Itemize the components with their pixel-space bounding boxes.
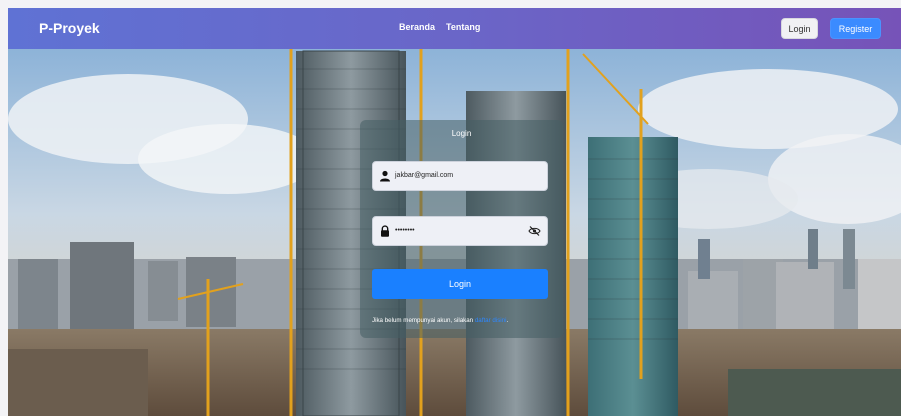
login-card-title: Login xyxy=(451,129,472,138)
login-submit-button[interactable]: Login xyxy=(372,269,548,299)
page: P-Proyek Beranda Tentang Login Register xyxy=(8,8,901,416)
navbar-register-button[interactable]: Register xyxy=(830,18,881,39)
register-link[interactable]: daftar disini xyxy=(475,317,507,324)
navbar: P-Proyek Beranda Tentang Login Register xyxy=(8,8,901,49)
user-icon xyxy=(380,170,390,182)
brand-logo[interactable]: P-Proyek xyxy=(39,20,100,36)
lock-icon xyxy=(381,225,389,237)
nav-link-tentang[interactable]: Tentang xyxy=(446,22,480,32)
password-value: •••••••• xyxy=(395,227,415,234)
navbar-login-button[interactable]: Login xyxy=(781,18,818,39)
email-field[interactable]: jakbar@gmail.com xyxy=(372,161,548,191)
register-prompt: Jika belum mempunyai akun, silakan dafta… xyxy=(372,317,508,324)
register-prompt-suffix: . xyxy=(506,317,509,324)
nav-link-beranda[interactable]: Beranda xyxy=(399,22,435,32)
password-field[interactable]: •••••••• xyxy=(372,216,548,246)
email-value: jakbar@gmail.com xyxy=(395,172,454,179)
register-prompt-text: Jika belum mempunyai akun, silakan xyxy=(372,317,474,324)
eye-slash-icon[interactable] xyxy=(528,225,541,237)
login-card: Login jakbar@gmail.com •••••••• Login Ji… xyxy=(360,120,563,338)
